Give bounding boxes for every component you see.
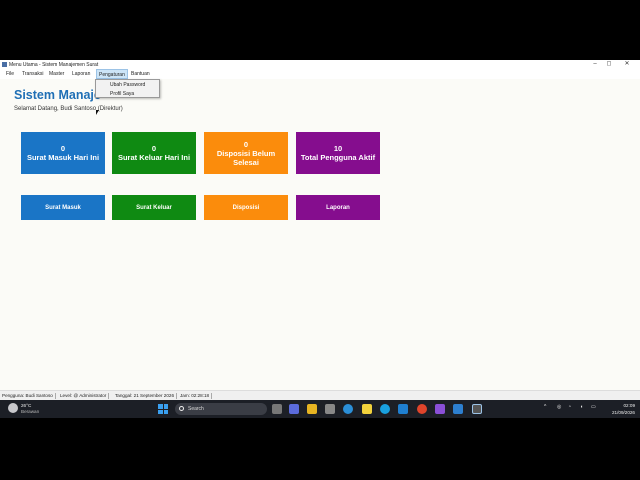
pengaturan-dropdown: Ubah Password Profil Saya	[95, 79, 160, 98]
menu-bantuan[interactable]: Bantuan	[131, 71, 150, 77]
card-label: Surat Masuk Hari Ini	[26, 153, 100, 162]
taskbar-search[interactable]: Search	[175, 403, 267, 415]
app-icon-11[interactable]	[453, 404, 463, 414]
menubar: File Transaksi Master Laporan Pengaturan…	[0, 69, 640, 79]
card-disposisi: 0 Disposisi Belum Selesai	[204, 132, 288, 174]
windows-start-icon[interactable]	[158, 404, 168, 414]
sticky-notes-icon[interactable]	[362, 404, 372, 414]
widgets-icon[interactable]	[289, 404, 299, 414]
status-time: Jam: 02:28:18	[180, 393, 213, 399]
card-total-pengguna: 10 Total Pengguna Aktif	[296, 132, 380, 174]
desktop-screen: Menu Utama - Sistem Manajemen Surat – ◻ …	[0, 60, 640, 418]
wifi-icon[interactable]: ◔	[568, 404, 571, 410]
menu-transaksi[interactable]: Transaksi	[22, 71, 44, 77]
statusbar: Pengguna: Budi Santoso Level: @ Administ…	[0, 390, 640, 400]
dropdown-item-profil-saya[interactable]: Profil Saya	[110, 91, 134, 97]
welcome-text: Selamat Datang, Budi Santoso (Direktur)	[14, 106, 123, 112]
search-label: Search	[188, 406, 204, 412]
app-icon-4[interactable]	[325, 404, 335, 414]
menu-laporan[interactable]: Laporan	[72, 71, 90, 77]
file-explorer-icon[interactable]	[307, 404, 317, 414]
card-value: 0	[60, 144, 66, 153]
taskbar-clock[interactable]: 02:09 21/09/2026	[612, 402, 635, 416]
close-button[interactable]: ✕	[620, 60, 634, 69]
weather-cloud-icon[interactable]	[8, 403, 18, 413]
chevron-up-icon[interactable]: ^	[544, 404, 546, 410]
weather-temp: 26°C	[21, 403, 32, 408]
card-value: 10	[333, 144, 343, 153]
vscode-icon[interactable]	[398, 404, 408, 414]
maximize-button[interactable]: ◻	[602, 60, 616, 69]
minimize-button[interactable]: –	[588, 60, 602, 69]
card-value: 0	[151, 144, 157, 153]
dropdown-item-ubah-password[interactable]: Ubah Password	[110, 82, 145, 88]
menu-pengaturan[interactable]: Pengaturan	[96, 69, 128, 79]
card-label: Surat Keluar Hari Ini	[117, 153, 191, 162]
laporan-button[interactable]: Laporan	[296, 195, 380, 220]
taskbar: 26°C Berawan Search ^ ◎ ◔ ◖ ▭ 02:09 21/0…	[0, 400, 640, 418]
card-label: Disposisi Belum Selesai	[216, 148, 276, 167]
card-surat-keluar: 0 Surat Keluar Hari Ini	[112, 132, 196, 174]
app-icon	[2, 62, 7, 67]
status-level: Level: @ Administrator	[60, 393, 110, 399]
weather-desc: Berawan	[21, 409, 40, 414]
card-value: 0	[243, 139, 249, 149]
menu-file[interactable]: File	[6, 71, 14, 77]
edge-icon[interactable]	[380, 404, 390, 414]
volume-icon[interactable]: ◖	[580, 404, 583, 410]
tray-icon-1[interactable]: ◎	[557, 404, 561, 410]
clock-date: 21/09/2026	[612, 410, 635, 415]
card-surat-masuk: 0 Surat Masuk Hari Ini	[21, 132, 105, 174]
status-date: Tanggal: 21 September 2026	[115, 393, 177, 399]
clock-time: 02:09	[623, 403, 636, 408]
search-icon	[179, 406, 184, 411]
active-app-icon[interactable]	[472, 404, 482, 414]
task-view-icon[interactable]	[272, 404, 282, 414]
window-titlebar[interactable]: Menu Utama - Sistem Manajemen Surat – ◻ …	[0, 60, 640, 69]
edge-browser-icon[interactable]	[343, 404, 353, 414]
visual-studio-icon[interactable]	[435, 404, 445, 414]
status-user: Pengguna: Budi Santoso	[2, 393, 56, 399]
page-title: Sistem Manaje	[14, 88, 101, 102]
mouse-cursor-icon	[96, 110, 99, 115]
window-title: Menu Utama - Sistem Manajemen Surat	[9, 61, 99, 68]
disposisi-button[interactable]: Disposisi	[204, 195, 288, 220]
battery-icon[interactable]: ▭	[591, 404, 596, 410]
surat-masuk-button[interactable]: Surat Masuk	[21, 195, 105, 220]
menu-master[interactable]: Master	[49, 71, 64, 77]
surat-keluar-button[interactable]: Surat Keluar	[112, 195, 196, 220]
card-label: Total Pengguna Aktif	[300, 153, 376, 162]
chrome-icon[interactable]	[417, 404, 427, 414]
